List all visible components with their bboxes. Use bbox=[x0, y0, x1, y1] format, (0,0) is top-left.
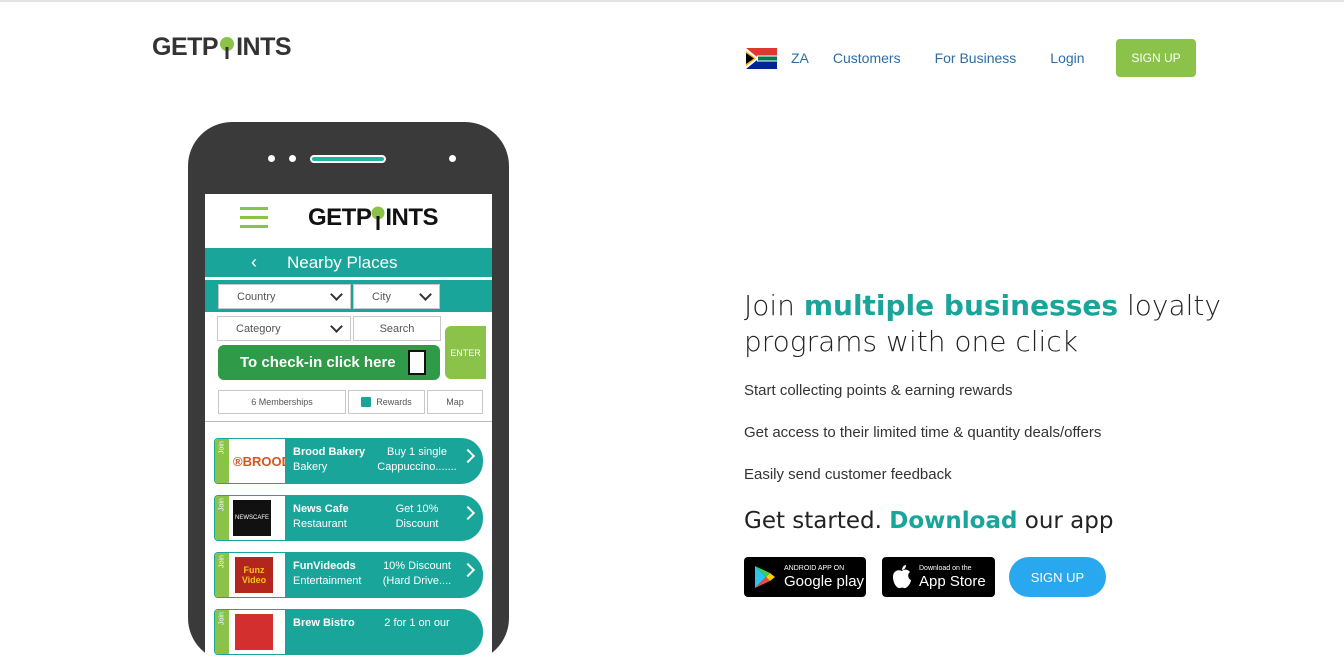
list-item[interactable]: Join Funz Video FunVideods Entertainment… bbox=[214, 552, 483, 598]
chevron-down-icon bbox=[419, 288, 432, 301]
apple-icon bbox=[893, 565, 911, 589]
hero-heading-pre: Join bbox=[744, 289, 804, 322]
place-deal-line2: Discount bbox=[395, 518, 439, 530]
get-started-pre: Get started. bbox=[744, 508, 890, 534]
phone-speaker bbox=[310, 155, 386, 163]
place-thumbnail: Join bbox=[215, 610, 285, 654]
place-name: Brew Bistro bbox=[293, 617, 355, 629]
place-category: Bakery bbox=[293, 461, 328, 473]
app-logo-left: GETP bbox=[308, 204, 372, 231]
get-started-post: our app bbox=[1017, 508, 1114, 534]
list-item[interactable]: Join NEWSCAFE News Cafe Restaurant Get 1… bbox=[214, 495, 483, 541]
nav-customers-link[interactable]: Customers bbox=[833, 50, 901, 66]
list-item[interactable]: Join ®BROOD Brood Bakery Bakery Buy 1 si… bbox=[214, 438, 483, 484]
camera-dot bbox=[268, 155, 275, 162]
get-started-heading: Get started. Download our app bbox=[744, 508, 1113, 534]
join-badge: Join bbox=[215, 439, 229, 483]
back-arrow-icon[interactable]: ‹ bbox=[251, 252, 257, 273]
place-category: Entertainment bbox=[293, 575, 362, 587]
chevron-down-icon bbox=[330, 320, 343, 333]
google-play-button[interactable]: ANDROID APP ON Google play bbox=[744, 557, 866, 597]
enter-button[interactable]: ENTER bbox=[445, 326, 486, 379]
feature-text: Easily send customer feedback bbox=[744, 466, 952, 483]
chevron-down-icon bbox=[330, 288, 343, 301]
south-africa-flag-icon[interactable] bbox=[746, 47, 777, 69]
country-select-label: Country bbox=[237, 290, 276, 303]
map-pin-icon bbox=[371, 206, 385, 230]
google-play-icon bbox=[755, 566, 775, 588]
place-thumbnail: Join NEWSCAFE bbox=[215, 496, 285, 540]
chevron-right-icon bbox=[460, 448, 476, 464]
city-select[interactable]: City bbox=[353, 284, 440, 309]
country-code-link[interactable]: ZA bbox=[791, 50, 809, 66]
place-deal-line1: 2 for 1 on our bbox=[384, 617, 450, 629]
logo-text-left: GETP bbox=[152, 33, 219, 61]
unlock-icon bbox=[361, 397, 372, 407]
feature-text: Get access to their limited time & quant… bbox=[744, 424, 1102, 441]
get-started-highlight: Download bbox=[889, 508, 1018, 534]
place-name: Brood Bakery bbox=[293, 446, 366, 458]
map-pin-icon bbox=[219, 36, 235, 59]
brew-bistro-logo bbox=[235, 614, 273, 650]
join-badge: Join bbox=[215, 496, 229, 540]
brood-logo: ®BROOD bbox=[233, 454, 285, 469]
chevron-right-icon bbox=[460, 562, 476, 578]
sensor-dot bbox=[289, 155, 296, 162]
app-logo-right: INTS bbox=[385, 204, 439, 231]
place-deal-line1: Get 10% bbox=[395, 503, 439, 515]
feature-text: Start collecting points & earning reward… bbox=[744, 382, 1013, 399]
list-item[interactable]: Join Brew Bistro 2 for 1 on our bbox=[214, 609, 483, 655]
join-badge: Join bbox=[215, 553, 229, 597]
screen-title: Nearby Places bbox=[287, 253, 398, 272]
front-camera-dot bbox=[449, 155, 456, 162]
tab-rewards[interactable]: Rewards bbox=[348, 390, 425, 414]
phone-screen: GETP INTS ‹ Nearby Places Country City C… bbox=[205, 194, 492, 664]
google-play-big-text: Google play bbox=[784, 572, 865, 590]
place-deal-line1: Buy 1 single bbox=[387, 446, 447, 458]
newscafe-logo: NEWSCAFE bbox=[233, 500, 271, 536]
country-select[interactable]: Country bbox=[218, 284, 351, 309]
top-nav: ZA Customers For Business Login bbox=[746, 39, 1119, 77]
place-thumbnail: Join ®BROOD bbox=[215, 439, 285, 483]
tab-memberships[interactable]: 6 Memberships bbox=[218, 390, 346, 414]
place-thumbnail: Join Funz Video bbox=[215, 553, 285, 597]
hamburger-menu-icon[interactable] bbox=[240, 207, 268, 234]
tab-rewards-label: Rewards bbox=[376, 397, 412, 407]
category-select-label: Category bbox=[236, 322, 281, 335]
tab-map[interactable]: Map bbox=[427, 390, 483, 414]
category-select[interactable]: Category bbox=[217, 316, 351, 341]
nav-login-link[interactable]: Login bbox=[1050, 50, 1084, 66]
place-name: FunVideods bbox=[293, 560, 356, 572]
hero-heading-highlight: multiple businesses bbox=[803, 289, 1119, 322]
checkin-label: To check-in click here bbox=[240, 354, 396, 371]
nav-for-business-link[interactable]: For Business bbox=[935, 50, 1017, 66]
checkin-button[interactable]: To check-in click here bbox=[218, 345, 440, 380]
app-store-button[interactable]: Download on the App Store bbox=[882, 557, 995, 597]
logo-text-right: INTS bbox=[236, 33, 292, 61]
site-logo[interactable]: GETP INTS bbox=[152, 33, 292, 62]
app-store-small-text: Download on the bbox=[919, 564, 972, 572]
chevron-right-icon bbox=[460, 505, 476, 521]
phone-mockup: GETP INTS ‹ Nearby Places Country City C… bbox=[188, 122, 509, 664]
list-divider bbox=[205, 421, 492, 422]
app-store-big-text: App Store bbox=[919, 572, 986, 590]
header-signup-button[interactable]: SIGN UP bbox=[1116, 39, 1196, 77]
top-border bbox=[0, 0, 1344, 2]
hero-heading: Join multiple businesses loyalty program… bbox=[744, 288, 1324, 360]
phone-tabs: 6 Memberships Rewards Map bbox=[218, 390, 485, 414]
place-category: Restaurant bbox=[293, 518, 347, 530]
city-select-label: City bbox=[372, 290, 391, 303]
google-play-small-text: ANDROID APP ON bbox=[784, 564, 845, 572]
place-deal-line1: 10% Discount bbox=[383, 560, 451, 572]
app-logo: GETP INTS bbox=[308, 204, 439, 232]
qr-code-icon bbox=[408, 350, 426, 375]
search-input[interactable]: Search bbox=[353, 316, 441, 341]
screen-title-bar: ‹ Nearby Places bbox=[205, 248, 492, 277]
place-name: News Cafe bbox=[293, 503, 349, 515]
funz-video-logo: Funz Video bbox=[235, 557, 273, 593]
join-badge: Join bbox=[215, 610, 229, 654]
place-deal-line2: Cappuccino....... bbox=[377, 461, 457, 473]
place-deal-line2: (Hard Drive.... bbox=[382, 575, 452, 587]
hero-signup-button[interactable]: SIGN UP bbox=[1009, 557, 1106, 597]
